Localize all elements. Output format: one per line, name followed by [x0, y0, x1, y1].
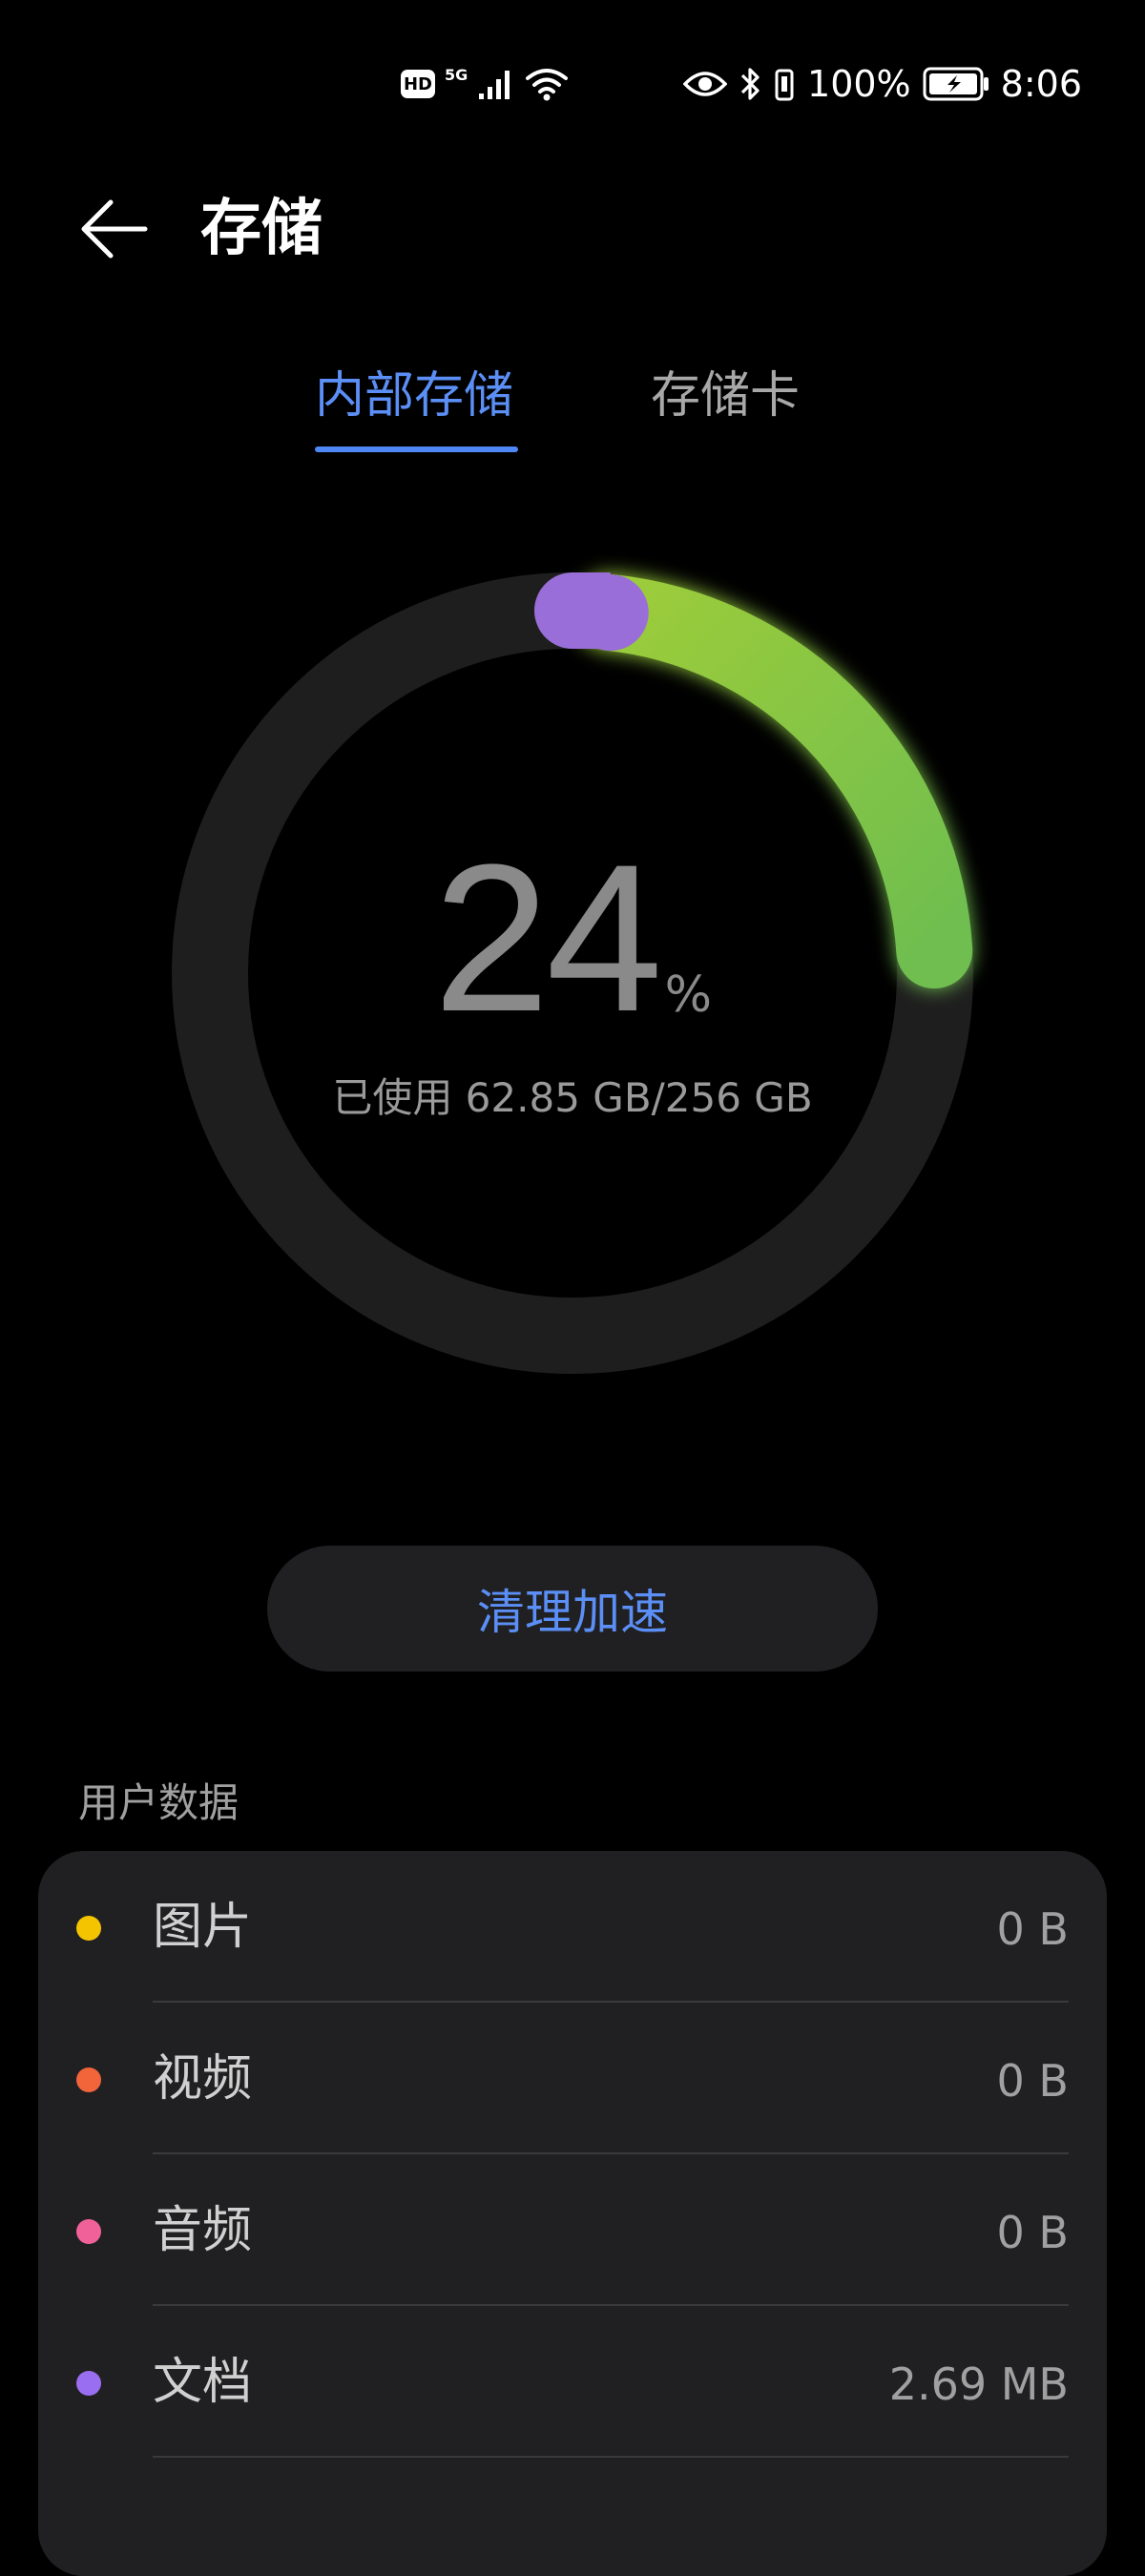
row-divider [153, 2456, 1069, 2458]
page-header: 存储 [0, 162, 1145, 286]
list-item-audio[interactable]: 音频 0 B [38, 2154, 1107, 2306]
status-right-group: 100% 8:06 [683, 59, 1082, 109]
vibrate-icon [775, 69, 794, 101]
list-item-label: 音频 [153, 2202, 253, 2259]
usage-percent: 24 [432, 820, 663, 1055]
videos-color-dot [76, 2067, 101, 2092]
pictures-color-dot [76, 1916, 101, 1941]
cell-signal-icon [479, 71, 510, 99]
back-button[interactable] [69, 183, 160, 275]
status-left-group: HD 5G [401, 63, 569, 105]
network-type-label: 5G [445, 65, 468, 84]
hd-badge: HD [401, 70, 435, 98]
wifi-icon [526, 69, 569, 101]
status-bar: HD 5G 100% 8:06 [0, 0, 1145, 172]
battery-percent: 100% [807, 63, 911, 105]
list-item-label: 图片 [153, 1899, 253, 1956]
storage-summary: 24 % 已使用 62.85 GB/256 GB [153, 553, 992, 1393]
bluetooth-icon [740, 68, 760, 100]
clean-accelerate-button[interactable]: 清理加速 [267, 1546, 878, 1672]
active-tab-indicator [315, 447, 518, 452]
list-item-label: 文档 [153, 2354, 253, 2411]
storage-tabs: 内部存储 存储卡 [0, 363, 1145, 467]
eye-comfort-icon [683, 72, 728, 96]
battery-icon [923, 67, 989, 101]
list-item-value: 0 B [996, 2055, 1069, 2107]
back-arrow-icon [81, 199, 148, 259]
status-time: 8:06 [1000, 63, 1082, 105]
used-capacity-text: 已使用 62.85 GB/256 GB [332, 1073, 813, 1121]
list-item-label: 视频 [153, 2050, 253, 2108]
list-item-value: 2.69 MB [888, 2358, 1069, 2410]
documents-color-dot [76, 2371, 101, 2396]
list-item-value: 0 B [996, 1903, 1069, 1955]
page-title: 存储 [200, 194, 323, 264]
list-item-pictures[interactable]: 图片 0 B [38, 1851, 1107, 2003]
tab-storage-card[interactable]: 存储卡 [651, 363, 800, 429]
user-data-card: 图片 0 B 视频 0 B 音频 0 B 文档 2.69 MB [38, 1851, 1107, 2576]
usage-percent-wrap: 24 % [432, 820, 713, 1055]
list-item-videos[interactable]: 视频 0 B [38, 2003, 1107, 2154]
usage-percent-sign: % [664, 966, 713, 1024]
list-item-value: 0 B [996, 2207, 1069, 2258]
audio-color-dot [76, 2219, 101, 2244]
list-item-documents[interactable]: 文档 2.69 MB [38, 2306, 1107, 2458]
user-data-section-label: 用户数据 [78, 1779, 239, 1826]
tab-internal-storage[interactable]: 内部存储 [315, 363, 513, 429]
